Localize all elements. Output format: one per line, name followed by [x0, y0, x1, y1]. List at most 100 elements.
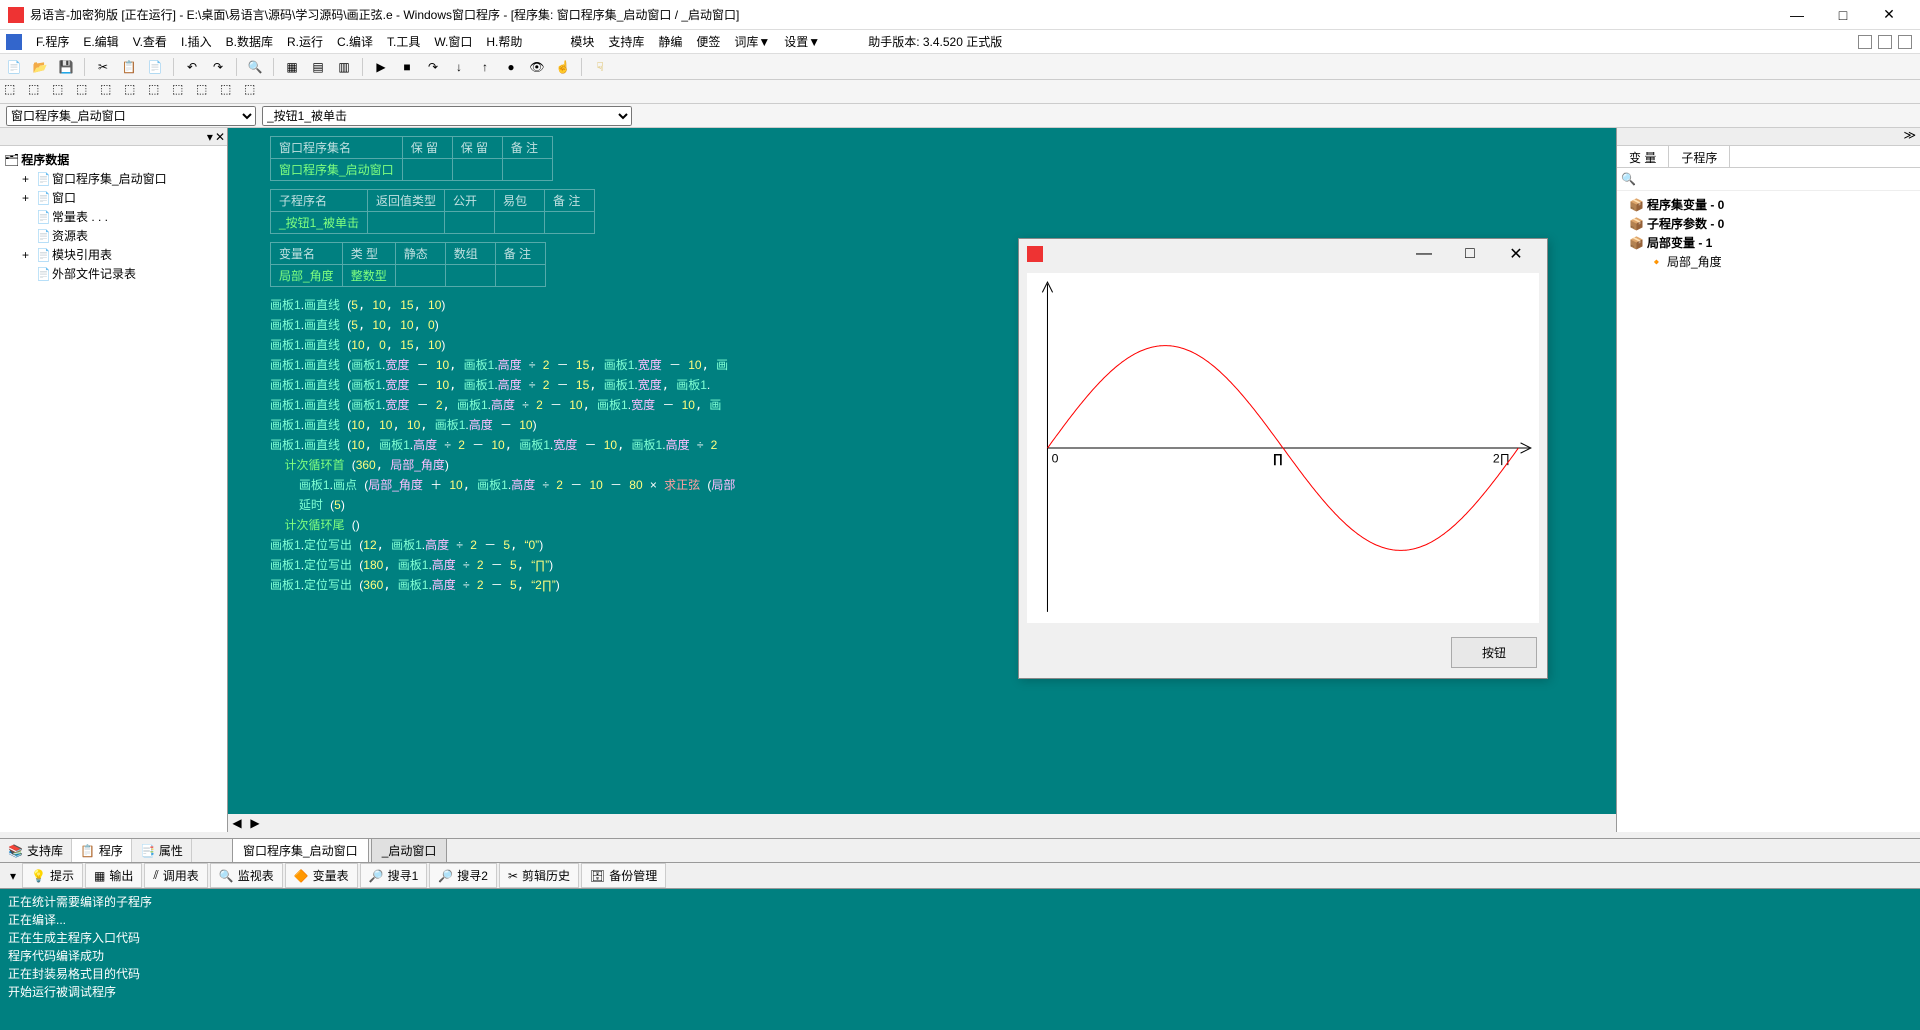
menu-view[interactable]: V.查看	[133, 33, 167, 50]
btab-calltable[interactable]: ⫽调用表	[144, 863, 207, 888]
programset-select[interactable]: 窗口程序集_启动窗口	[6, 106, 256, 126]
btab-backup[interactable]: 🗄备份管理	[581, 863, 666, 888]
tab-program[interactable]: 📋程序	[72, 839, 132, 862]
tab-properties[interactable]: 📑属性	[132, 839, 192, 862]
tree-root-label: 程序数据	[21, 151, 69, 168]
btab-vartable[interactable]: 🔶变量表	[285, 863, 358, 888]
tree-node[interactable]: 📄外部文件记录表	[4, 264, 223, 283]
menu-edit[interactable]: E.编辑	[83, 33, 118, 50]
breakpoint-icon[interactable]: ●	[501, 57, 521, 77]
variable-node[interactable]: 📦局部变量 - 1	[1621, 233, 1916, 252]
btab-watch[interactable]: 🔍监视表	[210, 863, 283, 888]
tb2-3-icon[interactable]: ⬚	[52, 82, 72, 102]
menu-help[interactable]: H.帮助	[486, 33, 522, 50]
tab-support-lib[interactable]: 📚支持库	[0, 839, 72, 862]
open-file-icon[interactable]: 📂	[30, 57, 50, 77]
variable-node[interactable]: 📦子程序参数 - 0	[1621, 214, 1916, 233]
tree-node[interactable]: +📄窗口程序集_启动窗口	[4, 169, 223, 188]
run-icon[interactable]: ▶	[371, 57, 391, 77]
bottom-tab-menu-icon[interactable]: ▾	[6, 869, 20, 883]
run-max-button[interactable]: □	[1447, 245, 1493, 263]
tb2-4-icon[interactable]: ⬚	[76, 82, 96, 102]
tab-subroutines[interactable]: 子程序	[1669, 146, 1730, 167]
new-file-icon[interactable]: 📄	[4, 57, 24, 77]
step-over-icon[interactable]: ↷	[423, 57, 443, 77]
draw-button[interactable]: 按钮	[1451, 637, 1537, 668]
watch-icon: 🔍	[219, 869, 234, 883]
cut-icon[interactable]: ✂	[93, 57, 113, 77]
toolbar-secondary: ⬚ ⬚ ⬚ ⬚ ⬚ ⬚ ⬚ ⬚ ⬚ ⬚ ⬚	[0, 80, 1920, 104]
run-min-button[interactable]: —	[1401, 245, 1447, 263]
btab-search2[interactable]: 🔎搜寻2	[429, 863, 497, 888]
right-panel-menu-icon[interactable]: ≫	[1899, 128, 1920, 145]
tb2-7-icon[interactable]: ⬚	[148, 82, 168, 102]
toolbar-main: 📄 📂 💾 ✂ 📋 📄 ↶ ↷ 🔍 ▦ ▤ ▥ ▶ ■ ↷ ↓ ↑ ● 👁 ☝ …	[0, 54, 1920, 80]
menu-settings[interactable]: 设置▼	[784, 33, 820, 50]
btab-cliphistory[interactable]: ✂剪辑历史	[499, 863, 579, 888]
menu-compile[interactable]: C.编译	[337, 33, 373, 50]
menu-support-lib[interactable]: 支持库	[608, 33, 644, 50]
editor-tab-window[interactable]: _启动窗口	[371, 838, 448, 862]
minimize-button[interactable]: —	[1774, 0, 1820, 30]
run-close-button[interactable]: ✕	[1493, 244, 1539, 264]
menu-tools[interactable]: T.工具	[387, 33, 420, 50]
tree-node[interactable]: 📄资源表	[4, 226, 223, 245]
maximize-button[interactable]: □	[1820, 0, 1866, 30]
step-into-icon[interactable]: ↓	[449, 57, 469, 77]
tb2-1-icon[interactable]: ⬚	[4, 82, 24, 102]
menu-run[interactable]: R.运行	[287, 33, 323, 50]
mdi-restore-icon[interactable]	[1878, 35, 1892, 49]
menu-window[interactable]: W.窗口	[434, 33, 472, 50]
cursor-icon[interactable]: ☝	[553, 57, 573, 77]
project-tree[interactable]: 🗂程序数据 +📄窗口程序集_启动窗口+📄窗口📄常量表 . . .📄资源表+📄模块…	[0, 146, 227, 832]
menu-static-compile[interactable]: 静编	[658, 33, 682, 50]
watch-icon[interactable]: 👁	[527, 57, 547, 77]
save-file-icon[interactable]: 💾	[56, 57, 76, 77]
panel-close-icon[interactable]: ✕	[215, 130, 225, 144]
output-panel[interactable]: 正在统计需要编译的子程序正在编译...正在生成主程序入口代码程序代码编译成功正在…	[0, 888, 1920, 1030]
tb2-10-icon[interactable]: ⬚	[220, 82, 240, 102]
layout1-icon[interactable]: ▦	[282, 57, 302, 77]
close-button[interactable]: ✕	[1866, 0, 1912, 30]
menu-database[interactable]: B.数据库	[226, 33, 273, 50]
tb2-5-icon[interactable]: ⬚	[100, 82, 120, 102]
find-icon[interactable]: 🔍	[245, 57, 265, 77]
btab-search1[interactable]: 🔎搜寻1	[360, 863, 428, 888]
btab-hint[interactable]: 💡提示	[22, 863, 83, 888]
menubar: F.程序 E.编辑 V.查看 I.插入 B.数据库 R.运行 C.编译 T.工具…	[0, 30, 1920, 54]
menu-notes[interactable]: 便签	[696, 33, 720, 50]
tree-node[interactable]: +📄模块引用表	[4, 245, 223, 264]
variable-search-input[interactable]	[1621, 172, 1916, 186]
editor-hscrollbar[interactable]: ◀▶	[228, 814, 1616, 832]
menu-program[interactable]: F.程序	[36, 33, 69, 50]
tb2-11-icon[interactable]: ⬚	[244, 82, 264, 102]
copy-icon[interactable]: 📋	[119, 57, 139, 77]
mdi-min-icon[interactable]	[1858, 35, 1872, 49]
tb2-2-icon[interactable]: ⬚	[28, 82, 48, 102]
mdi-close-icon[interactable]	[1898, 35, 1912, 49]
menu-dictionary[interactable]: 词库▼	[734, 33, 770, 50]
layout2-icon[interactable]: ▤	[308, 57, 328, 77]
variable-node[interactable]: 📦程序集变量 - 0	[1621, 195, 1916, 214]
stop-icon[interactable]: ■	[397, 57, 417, 77]
tab-variables[interactable]: 变 量	[1617, 146, 1669, 167]
step-out-icon[interactable]: ↑	[475, 57, 495, 77]
tree-node[interactable]: 📄常量表 . . .	[4, 207, 223, 226]
tb2-6-icon[interactable]: ⬚	[124, 82, 144, 102]
editor-tab-programset[interactable]: 窗口程序集_启动窗口	[232, 838, 369, 862]
tb2-8-icon[interactable]: ⬚	[172, 82, 192, 102]
menu-insert[interactable]: I.插入	[181, 33, 212, 50]
paste-icon[interactable]: 📄	[145, 57, 165, 77]
redo-icon[interactable]: ↷	[208, 57, 228, 77]
variable-tree[interactable]: 📦程序集变量 - 0📦子程序参数 - 0📦局部变量 - 1🔸局部_角度	[1617, 191, 1920, 275]
undo-icon[interactable]: ↶	[182, 57, 202, 77]
subroutine-select[interactable]: _按钮1_被单击	[262, 106, 632, 126]
layout3-icon[interactable]: ▥	[334, 57, 354, 77]
btab-output[interactable]: ▦输出	[85, 863, 142, 888]
tree-node[interactable]: +📄窗口	[4, 188, 223, 207]
pointer-icon[interactable]: ☟	[590, 57, 610, 77]
panel-pin-icon[interactable]: ▾	[207, 130, 213, 144]
menu-module[interactable]: 模块	[570, 33, 594, 50]
variable-node[interactable]: 🔸局部_角度	[1621, 252, 1916, 271]
tb2-9-icon[interactable]: ⬚	[196, 82, 216, 102]
